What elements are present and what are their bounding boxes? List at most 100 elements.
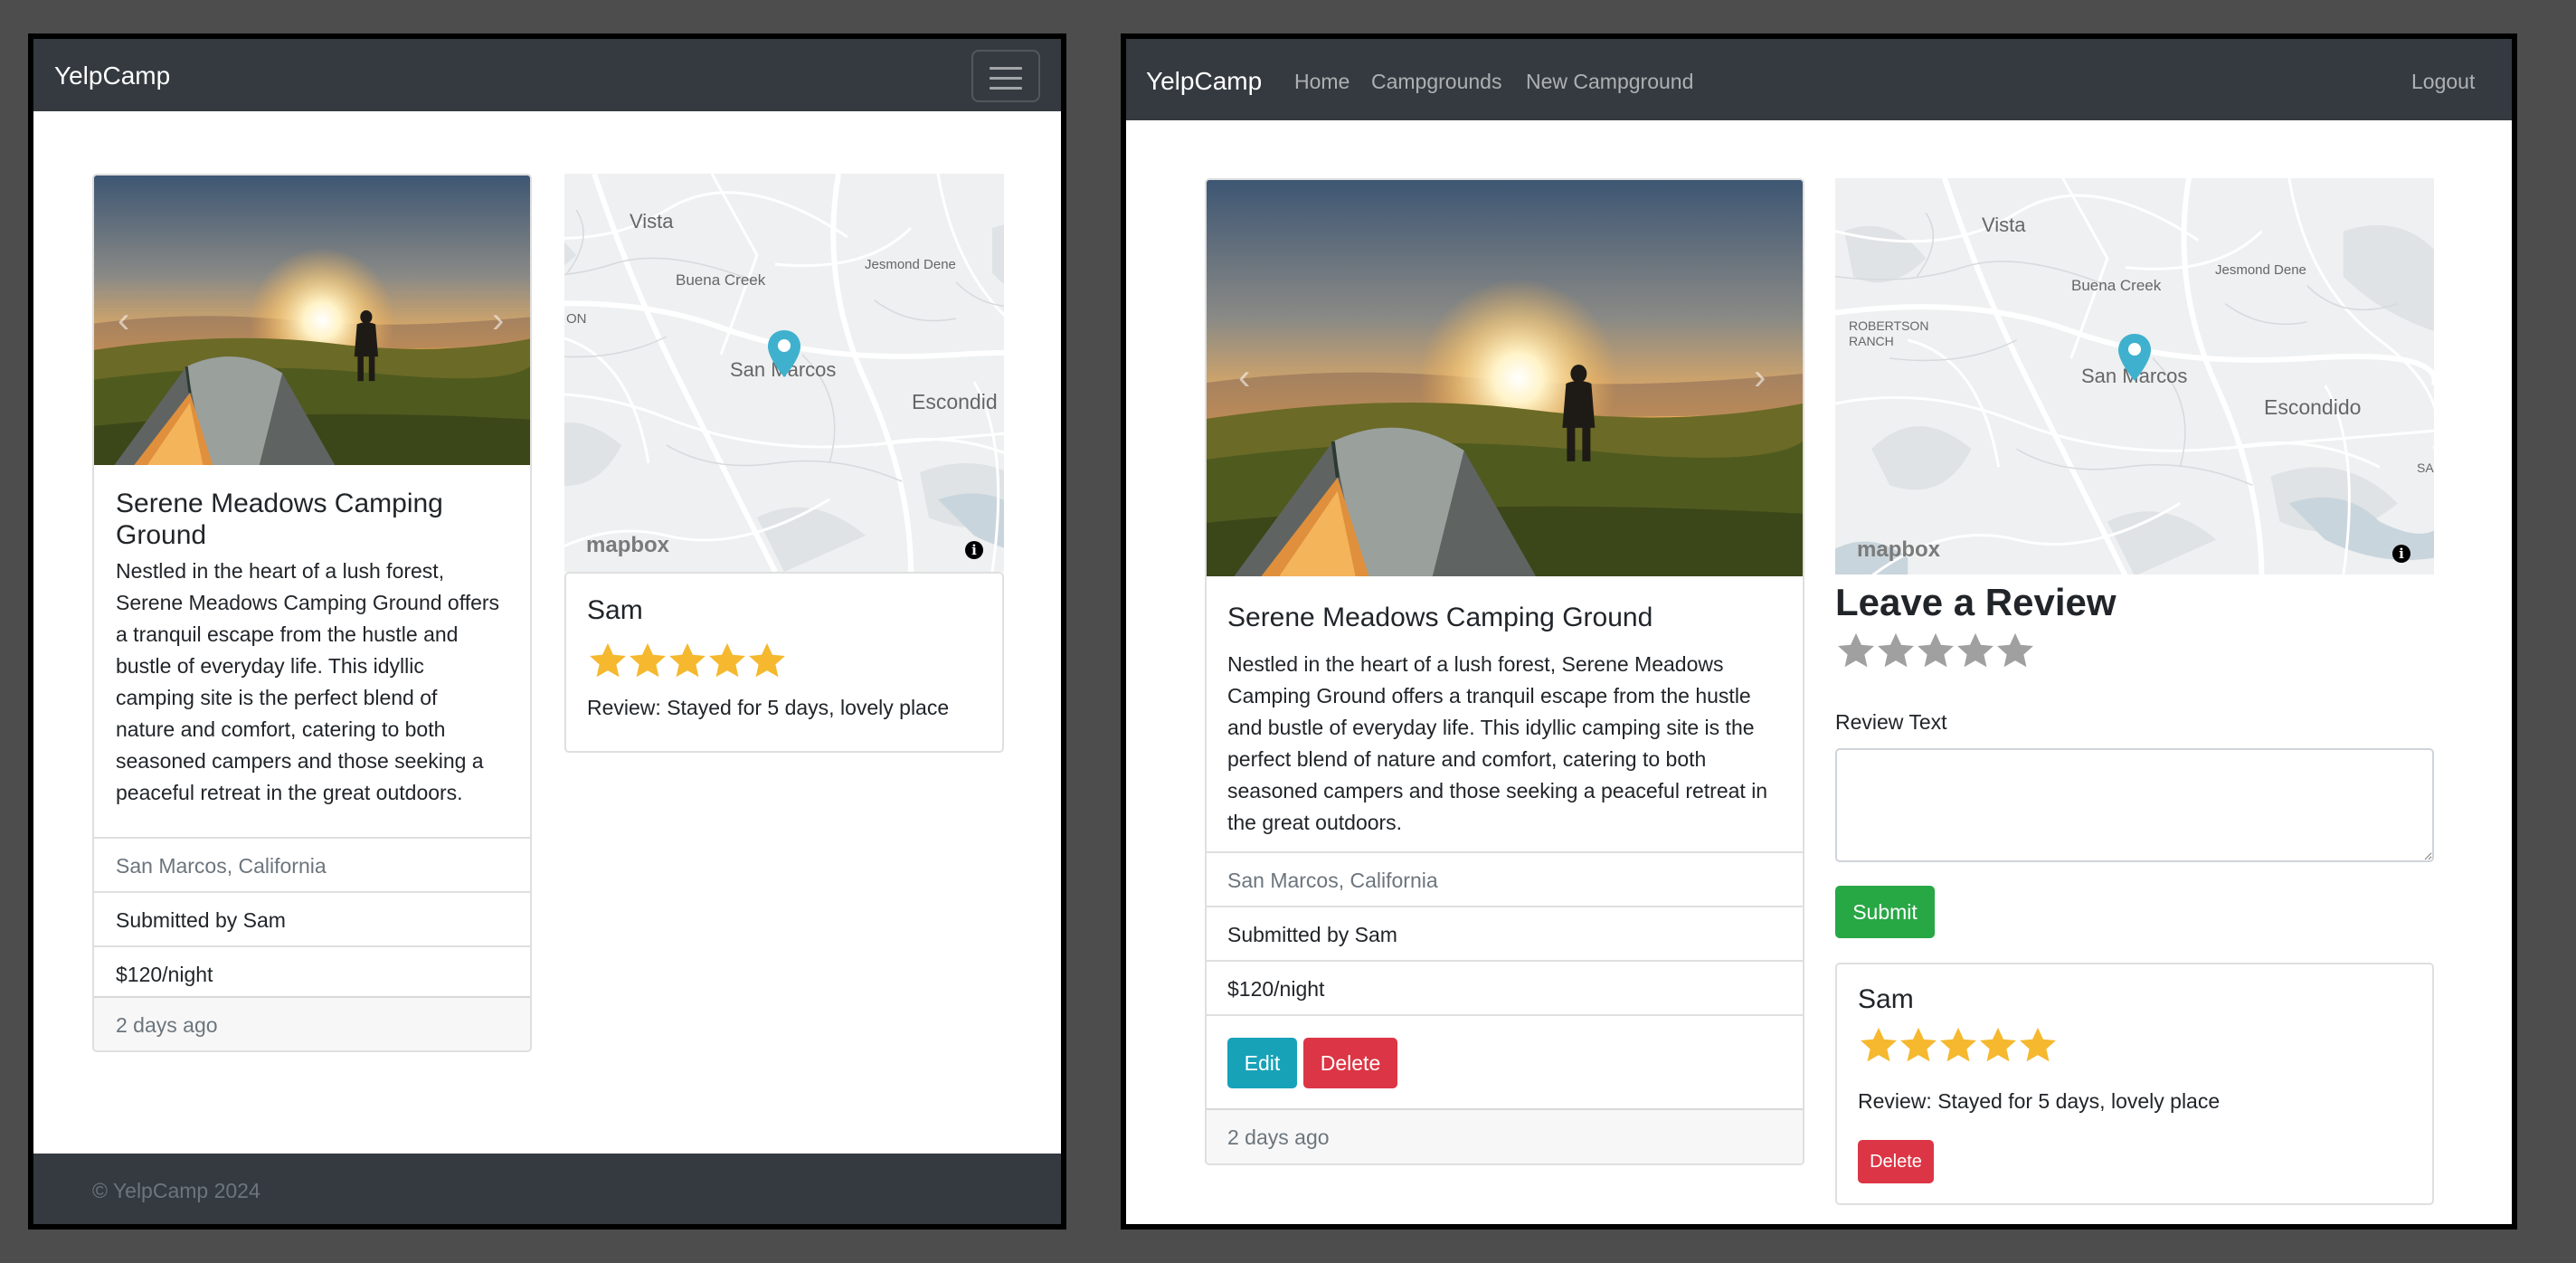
submit-button[interactable]: Submit xyxy=(1835,886,1935,938)
map-label-vista: Vista xyxy=(1982,214,2026,236)
description-line: bustle of everyday life. This idyllic xyxy=(116,654,424,678)
star-icon xyxy=(1898,1025,1939,1067)
review-author: Sam xyxy=(587,595,643,625)
map-info-button[interactable]: i xyxy=(2392,545,2410,563)
desktop-window: YelpCamp Home Campgrounds New Campground… xyxy=(1121,33,2517,1230)
star-icon xyxy=(706,641,748,682)
submitted-by-text: Submitted by Sam xyxy=(1227,923,1397,946)
description-line: peaceful retreat in the great outdoors. xyxy=(116,781,463,804)
price-item: $120/night xyxy=(94,945,530,1000)
map-label-buena-creek: Buena Creek xyxy=(676,271,766,289)
posted-time: 2 days ago xyxy=(1227,1125,1330,1149)
mapbox-logo[interactable]: mapbox xyxy=(586,533,669,558)
description-line: seasoned campers and those seeking a pea… xyxy=(1227,779,1768,802)
campground-title: Serene Meadows Camping Ground xyxy=(1227,603,1653,632)
campground-title-line: Serene Meadows Camping xyxy=(116,489,443,518)
map-label-vista: Vista xyxy=(630,210,674,233)
price-item: $120/night xyxy=(1207,960,1803,1014)
campground-image-carousel[interactable]: ‹ › xyxy=(94,176,530,465)
campground-map[interactable]: Vista Buena Creek Jesmond Dene ON San Ma… xyxy=(564,174,1004,572)
star-icon xyxy=(627,641,668,682)
description-line: seasoned campers and those seeking a xyxy=(116,749,484,773)
card-footer: 2 days ago xyxy=(1207,1108,1803,1163)
location-item: San Marcos, California xyxy=(94,837,530,891)
edit-button[interactable]: Edit xyxy=(1227,1038,1297,1088)
map-label-buena-creek: Buena Creek xyxy=(2071,277,2162,294)
star-outline-icon[interactable] xyxy=(1994,631,2036,672)
map-label-escondido: Escondido xyxy=(2264,395,2362,419)
carousel-prev-button[interactable]: ‹ xyxy=(118,302,129,338)
price-text: $120/night xyxy=(1227,977,1325,1001)
star-icon xyxy=(1858,1025,1899,1067)
review-card: Sam Review: Stayed for 5 days, lovely pl… xyxy=(564,572,1004,753)
review-card: Sam Review: Stayed for 5 days, lovely pl… xyxy=(1835,963,2434,1205)
navbar-toggler-button[interactable] xyxy=(971,50,1040,102)
description-line: nature and comfort, catering to both xyxy=(116,717,446,741)
review-delete-button[interactable]: Delete xyxy=(1858,1140,1934,1183)
campground-title-line: Ground xyxy=(116,520,207,550)
star-icon xyxy=(587,641,629,682)
delete-button[interactable]: Delete xyxy=(1303,1038,1397,1088)
hamburger-icon-bar xyxy=(990,77,1022,80)
star-icon xyxy=(2017,1025,2059,1067)
star-icon xyxy=(1977,1025,2019,1067)
campground-map[interactable]: Vista Buena Creek Jesmond Dene ROBERTSON… xyxy=(1835,178,2434,575)
map-label-jesmond-dene: Jesmond Dene xyxy=(865,257,956,272)
location-text: San Marcos, California xyxy=(1227,869,1438,892)
footer-text: © YelpCamp 2024 xyxy=(92,1179,260,1202)
carousel-next-button[interactable]: › xyxy=(1754,359,1766,395)
card-footer: 2 days ago xyxy=(94,996,530,1050)
hamburger-icon-bar xyxy=(990,87,1022,90)
map-pin-icon[interactable] xyxy=(766,328,802,379)
description-line: Serene Meadows Camping Ground offers xyxy=(116,591,500,614)
review-form-heading: Leave a Review xyxy=(1835,581,2117,623)
map-label-line: ROBERTSON xyxy=(1849,318,1929,333)
star-outline-icon[interactable] xyxy=(1875,631,1917,672)
review-text: Review: Stayed for 5 days, lovely place xyxy=(587,696,950,719)
description-line: Nestled in the heart of a lush forest, xyxy=(116,559,445,583)
nav-link-home[interactable]: Home xyxy=(1294,70,1350,94)
carousel-prev-button[interactable]: ‹ xyxy=(1238,359,1250,395)
star-outline-icon[interactable] xyxy=(1835,631,1877,672)
map-label-line: RANCH xyxy=(1849,334,1894,348)
review-text-label: Review Text xyxy=(1835,710,1947,734)
mapbox-logo[interactable]: mapbox xyxy=(1857,537,1940,563)
nav-link-new-campground[interactable]: New Campground xyxy=(1526,70,1693,94)
description-line: perfect blend of nature and comfort, cat… xyxy=(1227,747,1707,771)
brand[interactable]: YelpCamp xyxy=(54,62,170,90)
campground-photo xyxy=(94,176,530,465)
page-footer: © YelpCamp 2024 xyxy=(33,1154,1061,1224)
brand[interactable]: YelpCamp xyxy=(1146,67,1262,96)
map-label-jesmond-dene: Jesmond Dene xyxy=(2215,262,2306,278)
description-line: camping site is the perfect blend of xyxy=(116,686,438,709)
submitted-by-item: Submitted by Sam xyxy=(1207,906,1803,960)
map-label-on: ON xyxy=(566,311,587,327)
mobile-window: YelpCamp ‹ › Serene Meadows Camping Grou… xyxy=(28,33,1066,1230)
star-icon xyxy=(746,641,788,682)
mobile-viewport: YelpCamp ‹ › Serene Meadows Camping Grou… xyxy=(33,39,1061,1224)
location-item: San Marcos, California xyxy=(1207,851,1803,906)
map-pin-icon[interactable] xyxy=(2117,332,2153,383)
carousel-next-button[interactable]: › xyxy=(492,302,504,338)
campground-photo xyxy=(1207,180,1803,576)
review-text: Review: Stayed for 5 days, lovely place xyxy=(1858,1089,2221,1113)
price-text: $120/night xyxy=(116,963,213,986)
submitted-by-text: Submitted by Sam xyxy=(116,908,286,932)
review-star-rating xyxy=(1858,1025,2057,1068)
star-outline-icon[interactable] xyxy=(1955,631,1996,672)
description-line: Camping Ground offers a tranquil escape … xyxy=(1227,684,1751,707)
rating-input-stars[interactable] xyxy=(1835,631,2034,674)
desktop-viewport: YelpCamp Home Campgrounds New Campground… xyxy=(1126,39,2512,1224)
nav-link-campgrounds[interactable]: Campgrounds xyxy=(1371,70,1501,94)
campground-image-carousel[interactable]: ‹ › xyxy=(1207,180,1803,576)
review-text-input[interactable] xyxy=(1835,748,2434,862)
posted-time: 2 days ago xyxy=(116,1013,218,1037)
navbar: YelpCamp Home Campgrounds New Campground… xyxy=(1126,39,2512,120)
map-info-button[interactable]: i xyxy=(965,541,983,559)
nav-link-logout[interactable]: Logout xyxy=(2411,70,2475,94)
star-outline-icon[interactable] xyxy=(1915,631,1956,672)
navbar: YelpCamp xyxy=(33,39,1061,111)
campground-card: ‹ › Serene Meadows Camping Ground Nestle… xyxy=(1205,178,1804,1165)
campground-description: Nestled in the heart of a lush forest, S… xyxy=(1227,649,1788,839)
review-star-rating xyxy=(587,641,786,682)
